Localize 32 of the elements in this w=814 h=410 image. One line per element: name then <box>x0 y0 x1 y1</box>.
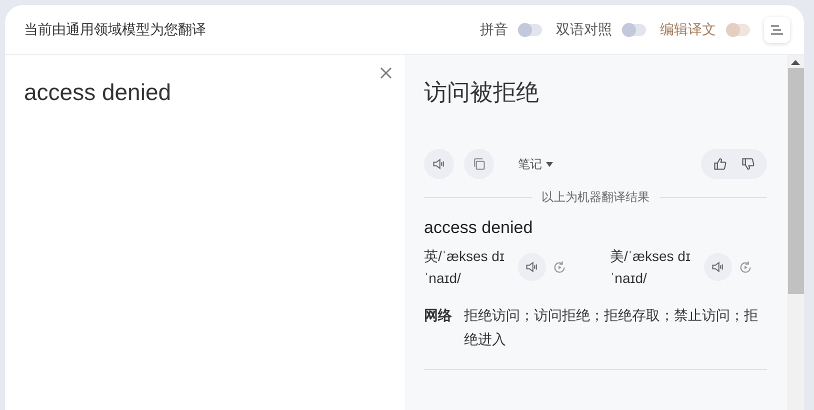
copy-button[interactable] <box>464 149 494 179</box>
divider-label: 以上为机器翻译结果 <box>542 189 650 206</box>
speaker-button[interactable] <box>518 253 546 281</box>
menu-icon <box>771 24 783 34</box>
menu-button[interactable] <box>764 16 790 42</box>
status-text: 当前由通用领域模型为您翻译 <box>24 20 207 38</box>
replay-icon[interactable] <box>552 260 567 274</box>
speaker-icon <box>432 157 446 171</box>
toggle-label: 编辑译文 <box>660 20 716 38</box>
web-label: 网络 <box>424 306 453 325</box>
web-definition: 拒绝访问；访问拒绝；拒绝存取；禁止访问；拒绝进入 <box>464 306 759 349</box>
speaker-icon <box>525 260 539 274</box>
copy-icon <box>472 157 486 171</box>
speaker-button[interactable] <box>704 253 732 281</box>
phonetic-text: 英/ˈækses dɪˈnaɪd/ <box>424 247 506 288</box>
phonetic-text: 美/ˈækses dɪˈnaɪd/ <box>610 247 692 288</box>
caret-icon <box>546 162 553 166</box>
note-dropdown[interactable]: 笔记 <box>512 154 559 174</box>
replay-icon[interactable] <box>738 260 753 274</box>
speaker-icon <box>711 260 725 274</box>
source-text[interactable]: access denied <box>24 79 386 106</box>
toggle-label: 双语对照 <box>556 20 612 38</box>
speaker-button[interactable] <box>424 149 454 179</box>
close-icon[interactable] <box>379 66 393 80</box>
toggle-switch[interactable] <box>622 24 646 36</box>
toggle-label: 拼音 <box>480 20 508 38</box>
word-heading: access denied <box>424 218 534 238</box>
translation-text: 访问被拒绝 <box>424 79 539 105</box>
scroll-up-icon[interactable] <box>791 59 800 65</box>
toggle-switch[interactable] <box>518 24 542 36</box>
scrollbar-thumb[interactable] <box>788 68 804 294</box>
toggle-switch[interactable] <box>726 24 750 36</box>
